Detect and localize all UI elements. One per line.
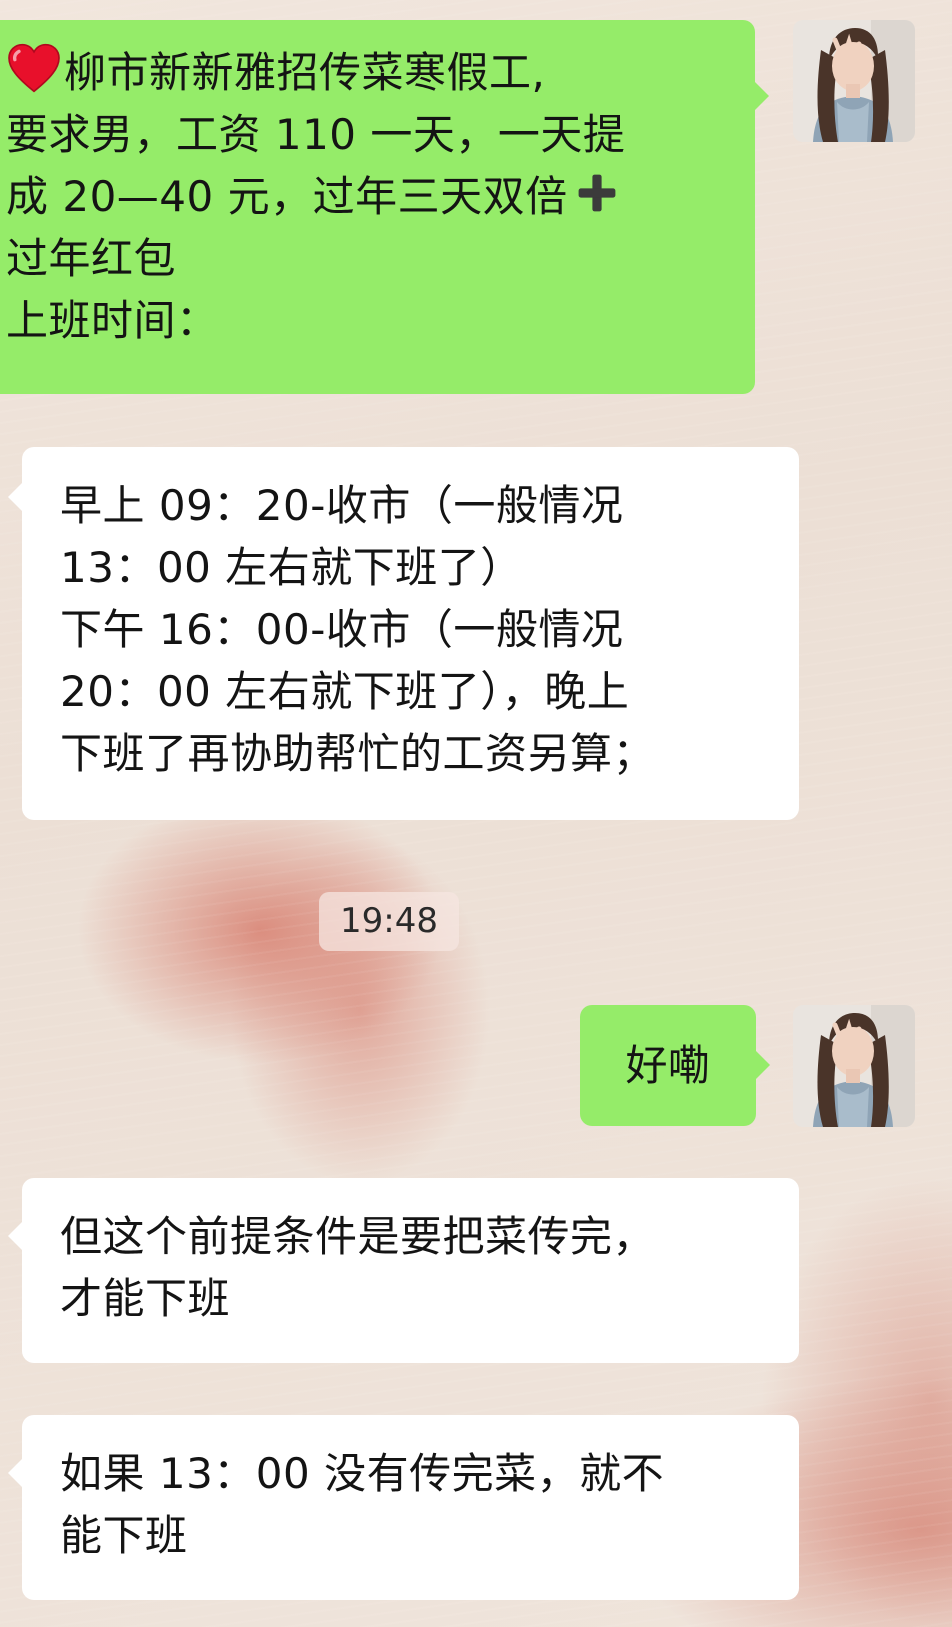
their-message-bubble[interactable]: 早上 09：20-收市（一般情况 13：00 左右就下班了） 下午 16：00-…: [8, 447, 799, 820]
heart-emoji-icon: [8, 43, 60, 93]
message-line: 柳市新新雅招传菜寒假工,: [6, 42, 755, 104]
heavy-plus-icon: [578, 174, 615, 212]
their-message-bubble[interactable]: 如果 13：00 没有传完菜，就不 能下班: [8, 1415, 799, 1600]
message-timestamp: 19:48: [319, 892, 459, 951]
their-message-bubble[interactable]: 但这个前提条件是要把菜传完， 才能下班: [8, 1178, 799, 1363]
my-message-bubble[interactable]: 好嘞: [580, 1005, 770, 1126]
message-line: 20：00 左右就下班了），晚上: [60, 667, 630, 716]
message-line: 如果 13：00 没有传完菜，就不: [60, 1449, 665, 1498]
message-line: 才能下班: [60, 1274, 231, 1323]
message-line: 下班了再协助帮忙的工资另算；: [60, 729, 656, 778]
message-line: 过年红包: [6, 234, 177, 283]
my-message-bubble[interactable]: 柳市新新雅招传菜寒假工, 要求男，工资 110 一天，一天提 成 20—40 元…: [0, 20, 769, 394]
avatar-photo-icon: [793, 1005, 915, 1127]
message-line: 好嘞: [625, 1040, 711, 1090]
message-line: 上班时间：: [6, 296, 219, 345]
message-line: 能下班: [60, 1511, 188, 1560]
message-line: 13：00 左右就下班了）: [60, 543, 523, 592]
message-line: 下午 16：00-收市（一般情况: [60, 605, 624, 654]
message-line: 但这个前提条件是要把菜传完，: [60, 1212, 656, 1261]
message-line: 成 20—40 元，过年三天双倍: [6, 166, 755, 228]
my-avatar[interactable]: [793, 20, 915, 142]
avatar-photo-icon: [793, 20, 915, 142]
message-line: 早上 09：20-收市（一般情况: [60, 481, 624, 530]
my-avatar[interactable]: [793, 1005, 915, 1127]
message-line: 要求男，工资 110 一天，一天提: [6, 110, 626, 159]
